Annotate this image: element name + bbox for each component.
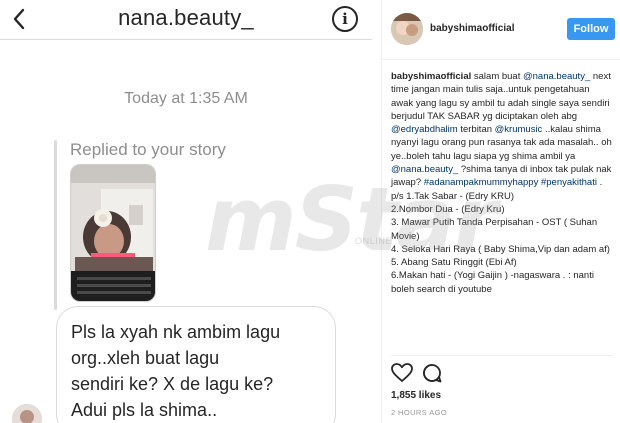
caption-text: 5. Abang Satu Ringgit (Ebi Af) [391,257,517,269]
dm-header: nana.beauty_ i [0,0,372,40]
post-timestamp: 2 HOURS AGO [391,408,448,417]
like-button[interactable] [391,363,413,383]
caption-username[interactable]: babyshimaofficial [391,71,471,82]
caption-mention-link[interactable]: @krumusic [495,124,543,135]
caption-text: 2.Nombor Dua - (Edry Kru) [391,203,505,215]
caption-text: 3. Mawar Putih Tanda Perpisahan - OST ( … [391,217,598,242]
post-header: babyshimaofficial Follow [382,0,620,60]
story-thumbnail[interactable] [70,164,156,302]
direct-message-panel: nana.beauty_ i Today at 1:35 AM Replied … [0,0,372,423]
caption-mention-link[interactable]: @nana.beauty_ [391,164,458,175]
caption-text: salam buat [471,71,523,82]
story-thumbnail-image [71,165,155,301]
caption-mention-link[interactable]: @nana.beauty_ [523,71,590,82]
follow-button[interactable]: Follow [567,18,615,40]
avatar-image [391,13,423,45]
info-button[interactable]: i [332,6,358,32]
post-caption: babyshimaofficial salam buat @nana.beaut… [391,70,613,296]
comment-icon [423,364,442,383]
post-username[interactable]: babyshimaofficial [430,23,514,34]
likes-count[interactable]: 1,855 likes [391,390,441,401]
sender-avatar[interactable] [12,404,42,423]
caption-text: terbitan [457,124,495,136]
comment-button[interactable] [422,363,442,383]
caption-hashtag-link[interactable]: #adanampakmummyhappy [424,177,539,188]
reply-indicator-bar [54,140,57,310]
info-icon: i [342,10,348,28]
instagram-post-panel: babyshimaofficial Follow babyshimaoffici… [381,0,620,423]
heart-icon [391,363,413,382]
message-bubble: Pls la xyah nk ambim lagu org..xleh buat… [56,306,336,423]
story-reply-label: Replied to your story [70,140,226,159]
caption-hashtag-link[interactable]: #penyakithati [541,177,597,188]
message-text: Pls la xyah nk ambim lagu org..xleh buat… [71,322,281,420]
caption-mention-link[interactable]: @edryabdhalim [391,124,458,135]
avatar-image [12,404,42,423]
caption-text: 4. Seloka Hari Raya ( Baby Shima,Vip dan… [391,243,610,255]
message-timestamp: Today at 1:35 AM [124,90,248,107]
conversation-title: nana.beauty_ [118,5,254,30]
caption-text: 6.Makan hati - (Yogi Gaijin ) -nagaswara… [391,270,594,295]
post-avatar[interactable] [391,13,423,45]
divider [391,355,613,356]
